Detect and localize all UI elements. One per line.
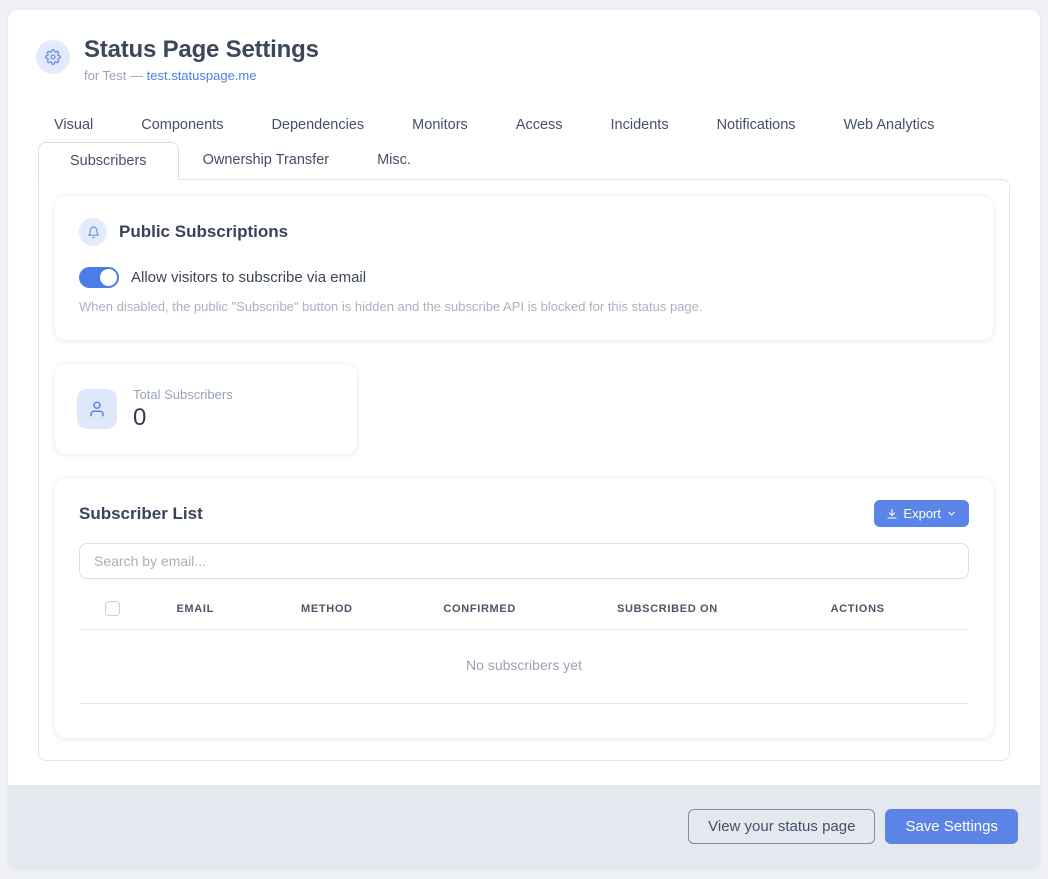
total-subscribers-stat: Total Subscribers 0: [133, 387, 233, 432]
search-input[interactable]: [79, 543, 969, 579]
tab-row-1: Visual Components Dependencies Monitors …: [38, 108, 1010, 142]
chevron-down-icon: [946, 508, 957, 519]
status-page-settings-card: Status Page Settings for Test — test.sta…: [8, 10, 1040, 868]
subscribe-helper-text: When disabled, the public "Subscribe" bu…: [79, 299, 969, 314]
public-subscriptions-header: Public Subscriptions: [79, 218, 969, 246]
status-page-link[interactable]: test.statuspage.me: [147, 68, 257, 83]
person-icon: [77, 389, 117, 429]
tab-components[interactable]: Components: [125, 108, 239, 142]
bell-icon: [79, 218, 107, 246]
tab-row-2: Subscribers Ownership Transfer Misc.: [38, 142, 1010, 179]
empty-state-row: No subscribers yet: [79, 630, 969, 704]
page-header: Status Page Settings for Test — test.sta…: [8, 10, 1040, 83]
tab-monitors[interactable]: Monitors: [396, 108, 484, 142]
stat-label: Total Subscribers: [133, 387, 233, 402]
tab-notifications[interactable]: Notifications: [701, 108, 812, 142]
public-subscriptions-title: Public Subscriptions: [119, 222, 288, 242]
view-status-page-button[interactable]: View your status page: [688, 809, 875, 844]
subtitle-prefix: for Test —: [84, 68, 147, 83]
title-block: Status Page Settings for Test — test.sta…: [84, 36, 319, 83]
subscriber-table: EMAIL METHOD CONFIRMED SUBSCRIBED ON ACT…: [79, 599, 969, 704]
total-subscribers-card: Total Subscribers 0: [55, 364, 357, 454]
tab-misc[interactable]: Misc.: [353, 142, 435, 179]
subscriber-list-header: Subscriber List Export: [79, 500, 969, 527]
empty-state-message: No subscribers yet: [79, 630, 969, 704]
tab-visual[interactable]: Visual: [38, 108, 109, 142]
subscribers-panel: Public Subscriptions Allow visitors to s…: [38, 179, 1010, 761]
tab-incidents[interactable]: Incidents: [595, 108, 685, 142]
toggle-knob: [100, 269, 117, 286]
export-button[interactable]: Export: [874, 500, 969, 527]
column-header-method: METHOD: [297, 599, 439, 630]
tab-dependencies[interactable]: Dependencies: [255, 108, 380, 142]
subscribe-toggle-label: Allow visitors to subscribe via email: [131, 269, 366, 286]
settings-tabs: Visual Components Dependencies Monitors …: [8, 108, 1040, 179]
column-header-actions: ACTIONS: [827, 599, 969, 630]
tab-subscribers[interactable]: Subscribers: [38, 142, 179, 180]
download-icon: [886, 508, 898, 520]
column-header-email: EMAIL: [172, 599, 297, 630]
settings-footer: View your status page Save Settings: [8, 785, 1040, 868]
tab-access[interactable]: Access: [500, 108, 579, 142]
subscriber-list-title: Subscriber List: [79, 504, 203, 524]
export-button-label: Export: [903, 506, 941, 521]
subscribe-toggle[interactable]: [79, 267, 119, 288]
stat-value: 0: [133, 404, 233, 432]
table-header-row: EMAIL METHOD CONFIRMED SUBSCRIBED ON ACT…: [79, 599, 969, 630]
save-settings-button[interactable]: Save Settings: [885, 809, 1018, 844]
page-title: Status Page Settings: [84, 36, 319, 64]
select-all-checkbox[interactable]: [105, 601, 120, 616]
tab-ownership-transfer[interactable]: Ownership Transfer: [179, 142, 354, 179]
gear-icon: [36, 40, 70, 74]
column-header-subscribed-on: SUBSCRIBED ON: [613, 599, 827, 630]
subscriber-list-card: Subscriber List Export EMAIL METHOD CONF…: [55, 478, 993, 738]
column-header-confirmed: CONFIRMED: [439, 599, 613, 630]
public-subscriptions-card: Public Subscriptions Allow visitors to s…: [55, 196, 993, 340]
tab-web-analytics[interactable]: Web Analytics: [828, 108, 951, 142]
subscribe-toggle-row: Allow visitors to subscribe via email: [79, 267, 969, 288]
page-subtitle: for Test — test.statuspage.me: [84, 68, 319, 83]
